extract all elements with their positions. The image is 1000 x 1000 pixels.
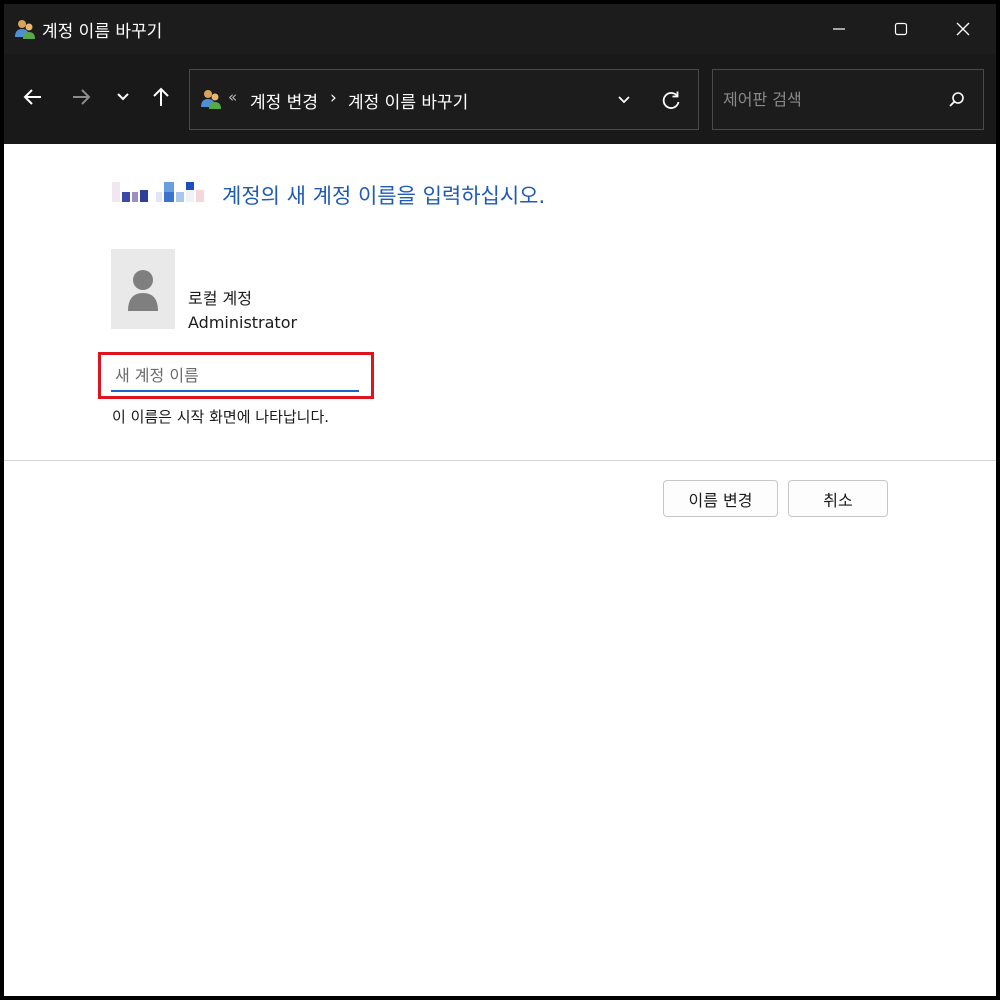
- window-title: 계정 이름 바꾸기: [42, 22, 163, 42]
- forward-button[interactable]: [64, 80, 98, 114]
- search-input[interactable]: [723, 84, 933, 114]
- breadcrumb-separator[interactable]: ›: [330, 88, 337, 108]
- arrow-left-icon: [23, 89, 41, 105]
- minimize-button[interactable]: [808, 4, 870, 54]
- chevron-down-icon: [618, 96, 630, 104]
- search-box[interactable]: [712, 69, 984, 130]
- account-type: 로컬 계정: [188, 289, 252, 308]
- breadcrumb-overflow[interactable]: «: [228, 88, 237, 106]
- cancel-button[interactable]: 취소: [788, 480, 888, 517]
- maximize-icon: [894, 22, 908, 36]
- address-bar[interactable]: « 계정 변경 › 계정 이름 바꾸기: [189, 69, 699, 130]
- refresh-icon: [662, 91, 680, 109]
- divider: [4, 460, 996, 461]
- title-bar: 계정 이름 바꾸기: [4, 4, 996, 54]
- input-hint: 이 이름은 시작 화면에 나타납니다.: [112, 408, 330, 426]
- page-heading: 계정의 새 계정 이름을 입력하십시오.: [222, 184, 546, 208]
- up-button[interactable]: [144, 80, 178, 114]
- minimize-icon: [833, 28, 845, 30]
- search-icon: [949, 92, 964, 107]
- account-avatar: [111, 249, 175, 329]
- main-content: 계정의 새 계정 이름을 입력하십시오. 로컬 계정 Administrator…: [4, 144, 996, 996]
- account-role: Administrator: [188, 313, 298, 332]
- back-button[interactable]: [16, 80, 50, 114]
- refresh-button[interactable]: [656, 85, 686, 115]
- arrow-up-icon: [153, 87, 169, 106]
- users-icon: [201, 90, 221, 109]
- close-button[interactable]: [932, 4, 994, 54]
- users-icon: [15, 20, 35, 39]
- close-icon: [956, 22, 970, 36]
- rename-button[interactable]: 이름 변경: [663, 480, 778, 517]
- navigation-bar: « 계정 변경 › 계정 이름 바꾸기: [4, 54, 996, 144]
- chevron-down-icon: [117, 93, 129, 101]
- search-button[interactable]: [945, 88, 969, 112]
- user-icon: [128, 270, 158, 311]
- arrow-right-icon: [73, 89, 91, 105]
- new-account-name-input[interactable]: [111, 360, 359, 392]
- breadcrumb-rename-account[interactable]: 계정 이름 바꾸기: [348, 88, 468, 113]
- breadcrumb-change-account[interactable]: 계정 변경: [250, 88, 318, 113]
- address-history-button[interactable]: [610, 86, 638, 114]
- maximize-button[interactable]: [870, 4, 932, 54]
- rename-account-window: 계정 이름 바꾸기 « 계정 변경 › 계정 이름 바꾸기 제어판 검색 계정의…: [4, 4, 996, 996]
- redacted-username: [112, 182, 204, 202]
- recent-locations-button[interactable]: [106, 80, 140, 114]
